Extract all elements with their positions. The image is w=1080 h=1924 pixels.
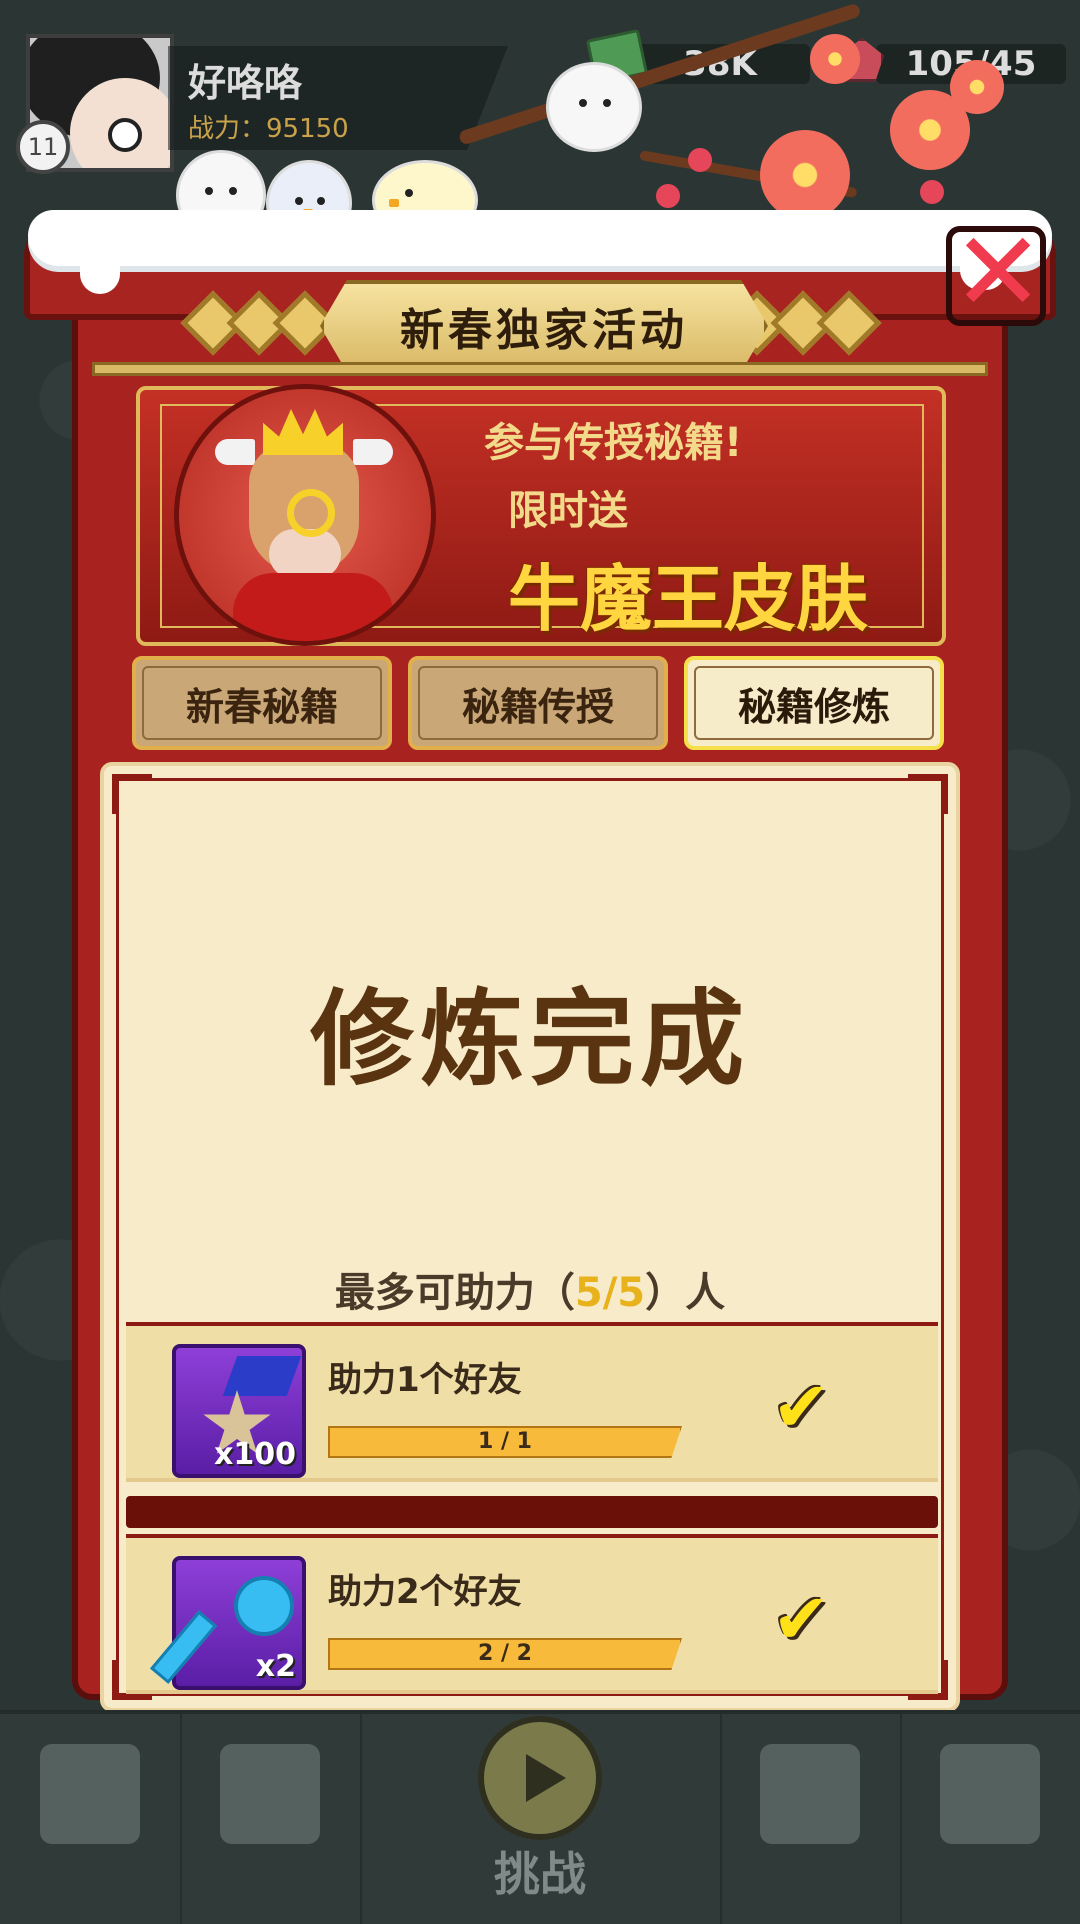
training-status: 修炼完成 bbox=[309, 978, 750, 1100]
tab-new-year-secrets[interactable]: 新春秘籍 bbox=[132, 656, 392, 750]
tab-secret-teaching[interactable]: 秘籍传授 bbox=[408, 656, 668, 750]
assist-count: 5/5 bbox=[574, 1270, 646, 1316]
tab-label: 新春秘籍 bbox=[185, 684, 338, 729]
progress-text: 1 / 1 bbox=[478, 1429, 532, 1454]
promo-line1: 参与传授秘籍! bbox=[484, 420, 743, 466]
close-icon: ✕ bbox=[952, 208, 1045, 336]
tab-label: 秘籍修炼 bbox=[737, 684, 890, 729]
nose-ring-icon bbox=[287, 489, 335, 537]
crown-icon bbox=[263, 409, 343, 455]
lucky-cat-icon bbox=[940, 1744, 1040, 1844]
key-icon: x2 bbox=[149, 1556, 306, 1690]
plum-blossom bbox=[760, 130, 850, 220]
tab-secret-training[interactable]: 秘籍修炼 bbox=[684, 656, 944, 750]
nav-lucky-cat[interactable] bbox=[900, 1714, 1080, 1924]
checkmark-icon: ✔ bbox=[772, 1366, 831, 1448]
glasses-eye bbox=[108, 118, 142, 152]
task-label: 助力1个好友 bbox=[328, 1360, 522, 1400]
plum-bud bbox=[688, 148, 712, 172]
scroll-icon bbox=[760, 1744, 860, 1844]
reward-quantity: x100 bbox=[214, 1437, 296, 1472]
snow-cap bbox=[28, 210, 1052, 266]
nav-scroll[interactable] bbox=[720, 1714, 902, 1924]
row-divider bbox=[126, 1496, 938, 1528]
training-content: 修炼完成 最多可助力（5/5）人 x100 助力1个好友 1 / 1 ✔ x2 … bbox=[100, 762, 960, 1712]
challenge-label: 挑战 bbox=[494, 1847, 586, 1901]
event-title: 新春独家活动 bbox=[400, 305, 688, 356]
promo-line2: 限时送 bbox=[508, 488, 628, 534]
plum-bud bbox=[656, 184, 680, 208]
tab-label: 秘籍传授 bbox=[461, 684, 614, 729]
task-label: 助力2个好友 bbox=[328, 1572, 522, 1612]
player-power: 战力：95150 bbox=[188, 114, 349, 144]
nav-book[interactable] bbox=[180, 1714, 362, 1924]
nav-shop[interactable] bbox=[0, 1714, 182, 1924]
task-row: x100 助力1个好友 1 / 1 ✔ bbox=[126, 1322, 938, 1482]
promo-skin-name: 牛魔王皮肤 bbox=[508, 557, 869, 641]
gold-trim bbox=[92, 362, 988, 376]
reward-quantity: x2 bbox=[255, 1649, 296, 1684]
sheriff-medal-icon: x100 bbox=[172, 1344, 306, 1478]
plum-blossom bbox=[810, 34, 860, 84]
book-icon bbox=[220, 1744, 320, 1844]
task-progress-bar: 1 / 1 bbox=[328, 1426, 682, 1458]
task-row: x2 助力2个好友 2 / 2 ✔ bbox=[126, 1534, 938, 1694]
assist-limit: 最多可助力（5/5）人 bbox=[334, 1270, 726, 1316]
bull-king-portrait bbox=[174, 384, 436, 646]
level-badge: 11 bbox=[16, 120, 70, 174]
shop-cart-icon bbox=[40, 1744, 140, 1844]
close-button[interactable]: ✕ bbox=[946, 217, 1046, 327]
task-progress-bar: 2 / 2 bbox=[328, 1638, 682, 1670]
checkmark-icon: ✔ bbox=[772, 1578, 831, 1660]
plum-blossom bbox=[950, 60, 1004, 114]
progress-text: 2 / 2 bbox=[478, 1641, 532, 1666]
white-bird bbox=[546, 62, 642, 152]
play-icon[interactable] bbox=[478, 1716, 602, 1840]
event-title-banner: 新春独家活动 bbox=[320, 280, 768, 372]
player-name: 好咯咯 bbox=[188, 61, 303, 105]
plum-bud bbox=[920, 180, 944, 204]
